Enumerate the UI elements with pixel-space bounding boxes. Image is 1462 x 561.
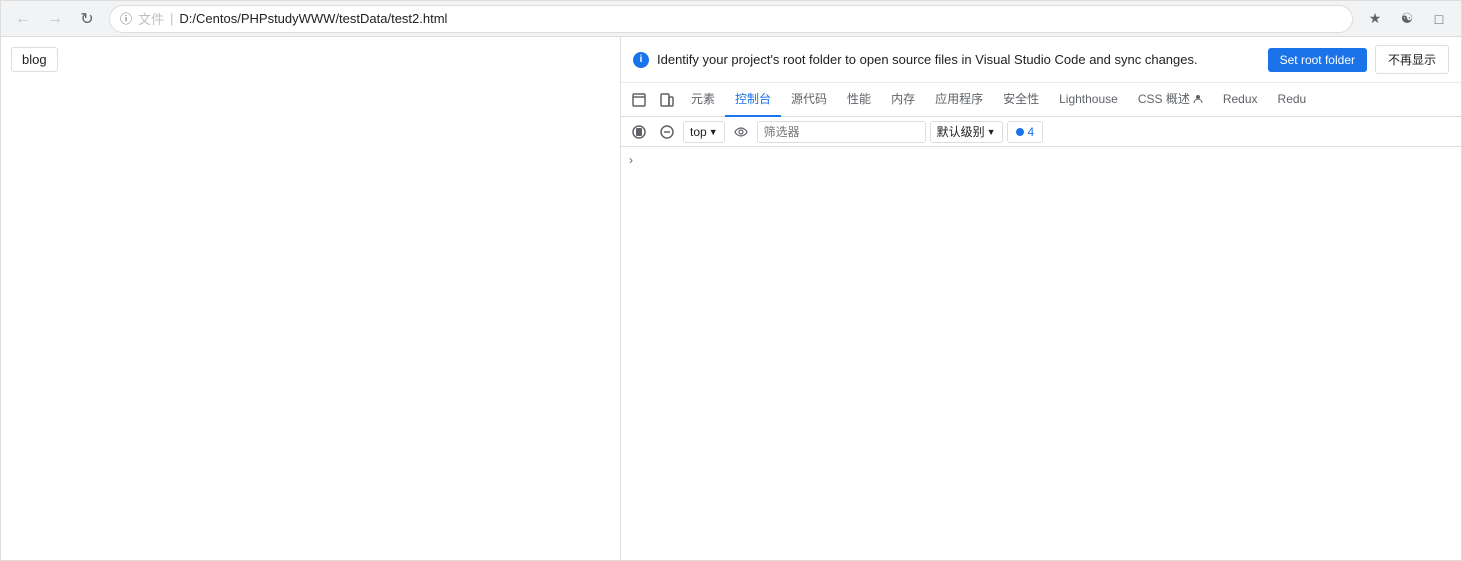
log-level-selector[interactable]: 默认级别 ▼ [930,121,1003,143]
tab-css-overview[interactable]: CSS 概述 [1128,83,1213,117]
page-area: blog [1,37,621,560]
console-toolbar: top ▼ 默认级别 ▼ 4 [621,117,1461,147]
tab-performance[interactable]: 性能 [837,83,881,117]
info-icon: ⓘ [120,10,132,27]
reload-button[interactable]: ↻ [73,5,101,33]
tab-redux[interactable]: Redux [1213,83,1268,117]
dropdown-arrow-icon: ▼ [709,127,718,137]
context-label: top [690,125,707,139]
filter-button[interactable] [655,120,679,144]
context-selector[interactable]: top ▼ [683,121,725,143]
tab-security[interactable]: 安全性 [993,83,1049,117]
level-label: 默认级别 [937,123,985,140]
tab-memory[interactable]: 内存 [881,83,925,117]
filter-input[interactable] [757,121,926,143]
browser-toolbar-right: ★ ☯ □ [1361,5,1453,33]
person-icon [1193,94,1203,104]
tab-application[interactable]: 应用程序 [925,83,993,117]
inspect-icon[interactable] [625,86,653,114]
tab-redu2[interactable]: Redu [1268,83,1317,117]
issues-dot-icon [1016,128,1024,136]
maximize-button[interactable]: □ [1425,5,1453,33]
address-separator: 文件 [138,9,164,28]
clear-console-button[interactable] [627,120,651,144]
info-bar: i Identify your project's root folder to… [621,37,1461,83]
level-dropdown-arrow-icon: ▼ [987,127,996,137]
devtools-panel: i Identify your project's root folder to… [621,37,1461,560]
issues-badge[interactable]: 4 [1007,121,1044,143]
tab-console[interactable]: 控制台 [725,83,781,117]
device-icon[interactable] [653,86,681,114]
set-root-button[interactable]: Set root folder [1268,48,1367,72]
console-content: › [621,147,1461,560]
info-circle-icon: i [633,52,649,68]
forward-button[interactable]: → [41,5,69,33]
extensions-button[interactable]: ☯ [1393,5,1421,33]
address-url: D:/Centos/PHPstudyWWW/testData/test2.htm… [179,11,447,26]
issues-count: 4 [1028,125,1035,139]
browser-window: ← → ↻ ⓘ 文件 | D:/Centos/PHPstudyWWW/testD… [0,0,1462,561]
tab-sources[interactable]: 源代码 [781,83,837,117]
browser-titlebar: ← → ↻ ⓘ 文件 | D:/Centos/PHPstudyWWW/testD… [1,1,1461,37]
browser-content: blog i Identify your project's root fold… [1,37,1461,560]
devtools-tabs: 元素 控制台 源代码 性能 内存 应用程序 安全性 [621,83,1461,117]
tab-lighthouse[interactable]: Lighthouse [1049,83,1128,117]
tab-elements[interactable]: 元素 [681,83,725,117]
eye-button[interactable] [729,120,753,144]
console-expand-arrow[interactable]: › [629,151,1453,169]
back-button[interactable]: ← [9,5,37,33]
nav-buttons: ← → ↻ [9,5,101,33]
dismiss-button[interactable]: 不再显示 [1375,45,1449,74]
bookmark-button[interactable]: ★ [1361,5,1389,33]
address-bar[interactable]: ⓘ 文件 | D:/Centos/PHPstudyWWW/testData/te… [109,5,1353,33]
blog-tab[interactable]: blog [11,47,58,72]
info-message: Identify your project's root folder to o… [657,52,1260,67]
separator: | [170,11,173,26]
